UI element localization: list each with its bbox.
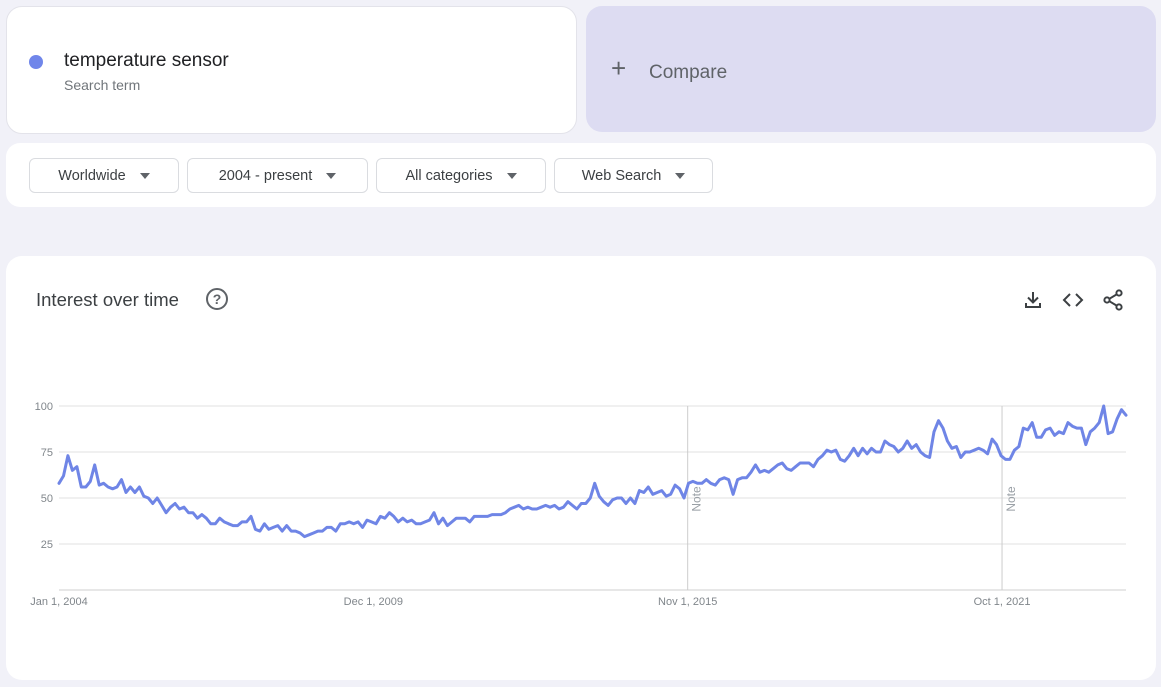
caret-down-icon xyxy=(675,172,686,179)
category-label: All categories xyxy=(405,167,493,184)
search-type-dropdown[interactable]: Web Search xyxy=(554,158,713,193)
y-tick-label: 75 xyxy=(41,447,53,459)
search-term-type: Search term xyxy=(64,77,141,93)
caret-down-icon xyxy=(506,172,517,179)
caret-down-icon xyxy=(326,172,337,179)
x-tick-label: Jan 1, 2004 xyxy=(30,596,88,608)
chart-labels: 25 50 75 100 Jan 1, 2004 Dec 1, 2009 Nov 1, 20… xyxy=(30,401,1030,608)
time-range-label: 2004 - present xyxy=(218,167,313,184)
x-tick-label: Dec 1, 2009 xyxy=(344,596,403,608)
search-type-label: Web Search xyxy=(581,167,662,184)
x-tick-label: Oct 1, 2021 xyxy=(974,596,1031,608)
search-term-label[interactable]: temperature sensor xyxy=(64,50,229,72)
region-dropdown[interactable]: Worldwide xyxy=(29,158,179,193)
y-tick-label: 25 xyxy=(41,539,53,551)
y-tick-label: 50 xyxy=(41,493,53,505)
term-color-dot xyxy=(29,55,43,69)
y-tick-label: 100 xyxy=(35,401,53,413)
compare-button[interactable]: + Compare xyxy=(586,6,1156,132)
time-range-dropdown[interactable]: 2004 - present xyxy=(187,158,368,193)
series-line[interactable] xyxy=(57,404,1128,539)
note-annotation[interactable]: Note xyxy=(1004,486,1018,512)
x-tick-label: Nov 1, 2015 xyxy=(658,596,717,608)
note-annotation[interactable]: Note xyxy=(690,486,704,512)
plus-icon: + xyxy=(611,53,627,83)
category-dropdown[interactable]: All categories xyxy=(376,158,546,193)
chart-series xyxy=(57,404,1128,539)
caret-down-icon xyxy=(139,172,150,179)
interest-chart: 25 50 75 100 Jan 1, 2004 Dec 1, 2009 Nov 1, 20… xyxy=(30,401,1128,608)
chart-grid xyxy=(59,405,1126,591)
interest-over-time-panel: Interest over time ? 25 50 75 100 Jan 1, 200… xyxy=(6,256,1156,680)
compare-label: Compare xyxy=(649,62,728,83)
filter-bar: Worldwide 2004 - present All categories … xyxy=(6,143,1156,207)
region-label: Worldwide xyxy=(58,167,126,184)
search-term-card[interactable]: temperature sensor Search term xyxy=(6,6,577,134)
